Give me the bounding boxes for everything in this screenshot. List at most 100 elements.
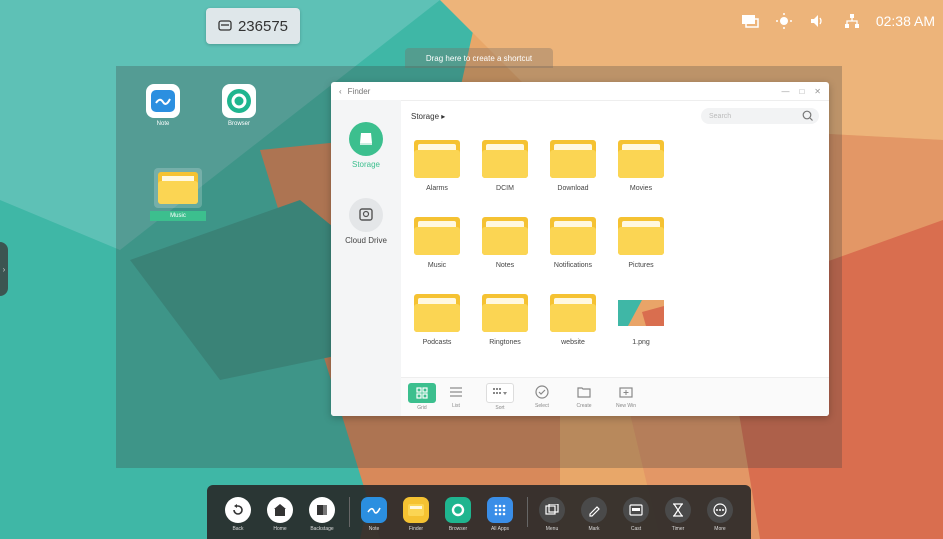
home-icon (267, 497, 293, 523)
dock-divider (349, 497, 350, 527)
browser-icon (222, 84, 256, 118)
folder-item-movies[interactable]: Movies (607, 140, 675, 192)
finder-sidebar: Storage Cloud Drive (331, 100, 401, 416)
desktop-note-shortcut[interactable]: Note (146, 84, 180, 127)
dock-mark-button[interactable]: Mark (577, 497, 611, 532)
file-name: Movies (629, 185, 653, 192)
select-icon (529, 383, 555, 401)
file-name: Pictures (628, 262, 654, 269)
bottom-dock: Back Home Backstage Note Finder Browser … (207, 485, 751, 539)
pin-code-box[interactable]: 236575 (206, 8, 300, 44)
folder-item-pictures[interactable]: Pictures (607, 217, 675, 269)
select-button[interactable]: Select (527, 383, 557, 409)
dock-more-button[interactable]: More (703, 497, 737, 532)
folder-item-download[interactable]: Download (539, 140, 607, 192)
toolbar-label: Select (535, 403, 549, 409)
clock: 02:38 AM (875, 13, 935, 29)
dock-timer-button[interactable]: Timer (661, 497, 695, 532)
file-name: Notifications (553, 262, 593, 269)
finder-titlebar[interactable]: ‹ Finder — □ ✕ (331, 82, 829, 101)
list-view-button[interactable]: List (441, 383, 471, 409)
folder-item-notifications[interactable]: Notifications (539, 217, 607, 269)
screen-share-icon[interactable] (740, 12, 760, 30)
toolbar-label: Create (576, 403, 592, 409)
image-file-item[interactable]: 1.png (607, 294, 675, 346)
folder-icon (414, 140, 460, 178)
note-icon (361, 497, 387, 523)
network-icon[interactable] (842, 12, 862, 30)
chevron-left-icon[interactable]: ‹ (339, 87, 342, 96)
folder-icon (414, 294, 460, 332)
folder-item-dcim[interactable]: DCIM (471, 140, 539, 192)
breadcrumb-storage[interactable]: Storage (411, 112, 439, 121)
side-drawer-handle[interactable]: › (0, 242, 8, 296)
folder-item-notes[interactable]: Notes (471, 217, 539, 269)
folder-item-music[interactable]: Music (403, 217, 471, 269)
dock-back-button[interactable]: Back (221, 497, 255, 532)
search-input[interactable]: Search (701, 108, 819, 124)
create-folder-button[interactable]: Create (569, 383, 599, 409)
file-name: Notes (495, 262, 515, 269)
folder-item-website[interactable]: website (539, 294, 607, 346)
folder-item-podcasts[interactable]: Podcasts (403, 294, 471, 346)
search-placeholder: Search (709, 112, 732, 120)
dock-note-button[interactable]: Note (357, 497, 391, 532)
dock-menu-button[interactable]: Menu (535, 497, 569, 532)
dock-label: Mark (588, 526, 600, 532)
volume-icon[interactable] (808, 12, 828, 30)
dock-label: Finder (408, 526, 424, 532)
dock-all-apps-button[interactable]: All Apps (483, 497, 517, 532)
grid-view-button[interactable]: Grid (407, 383, 437, 411)
menu-icon (539, 497, 565, 523)
sidebar-item-storage[interactable]: Storage (331, 122, 401, 169)
cloud-drive-icon (349, 198, 383, 232)
finder-title: Finder (347, 86, 371, 96)
dock-label: Timer (671, 526, 685, 532)
sidebar-item-cloud-drive[interactable]: Cloud Drive (331, 198, 401, 245)
folder-item-ringtones[interactable]: Ringtones (471, 294, 539, 346)
finder-toolbar: Grid List Sort Select Create New Win (401, 377, 829, 416)
minimize-icon[interactable]: — (781, 87, 789, 96)
dock-label: Note (368, 526, 380, 532)
folder-icon (618, 217, 664, 255)
more-icon (707, 497, 733, 523)
dock-label: Menu (545, 526, 559, 532)
desktop-icon-label: Music (150, 211, 206, 221)
folder-icon (550, 217, 596, 255)
sidebar-item-label: Cloud Drive (345, 236, 387, 245)
dock-finder-button[interactable]: Finder (399, 497, 433, 532)
shortcut-drop-zone[interactable]: Drag here to create a shortcut (405, 48, 553, 68)
sort-button[interactable]: Sort (485, 383, 515, 411)
file-name: Alarms (426, 185, 448, 192)
create-folder-icon (571, 383, 597, 401)
dock-label: Browser (448, 526, 468, 532)
desktop-music-folder[interactable]: Music (150, 168, 206, 221)
file-name: DCIM (496, 185, 514, 192)
dock-label: More (714, 526, 726, 532)
browser-icon (445, 497, 471, 523)
desktop-browser-shortcut[interactable]: Browser (222, 84, 256, 127)
note-icon (146, 84, 180, 118)
backstage-icon (309, 497, 335, 523)
toolbar-label: List (452, 403, 460, 409)
toolbar-label: New Win (615, 403, 636, 409)
folder-item-alarms[interactable]: Alarms (403, 140, 471, 192)
brightness-icon[interactable] (774, 12, 794, 30)
new-window-button[interactable]: New Win (611, 383, 641, 409)
file-name: Podcasts (422, 339, 452, 346)
dock-home-button[interactable]: Home (263, 497, 297, 532)
list-icon (443, 383, 469, 401)
desktop-icon-label: Note (156, 121, 170, 127)
folder-icon (482, 217, 528, 255)
dock-cast-button[interactable]: Cast (619, 497, 653, 532)
maximize-icon[interactable]: □ (799, 87, 804, 96)
breadcrumb[interactable]: Storage ▸ (411, 112, 445, 121)
chevron-right-icon: › (2, 264, 6, 274)
dock-backstage-button[interactable]: Backstage (305, 497, 339, 532)
pin-code: 236575 (237, 17, 289, 35)
search-icon[interactable] (802, 110, 813, 123)
desktop-icon-label: Browser (227, 121, 250, 127)
dock-browser-button[interactable]: Browser (441, 497, 475, 532)
close-icon[interactable]: ✕ (814, 87, 821, 96)
dock-label: Home (273, 526, 287, 532)
